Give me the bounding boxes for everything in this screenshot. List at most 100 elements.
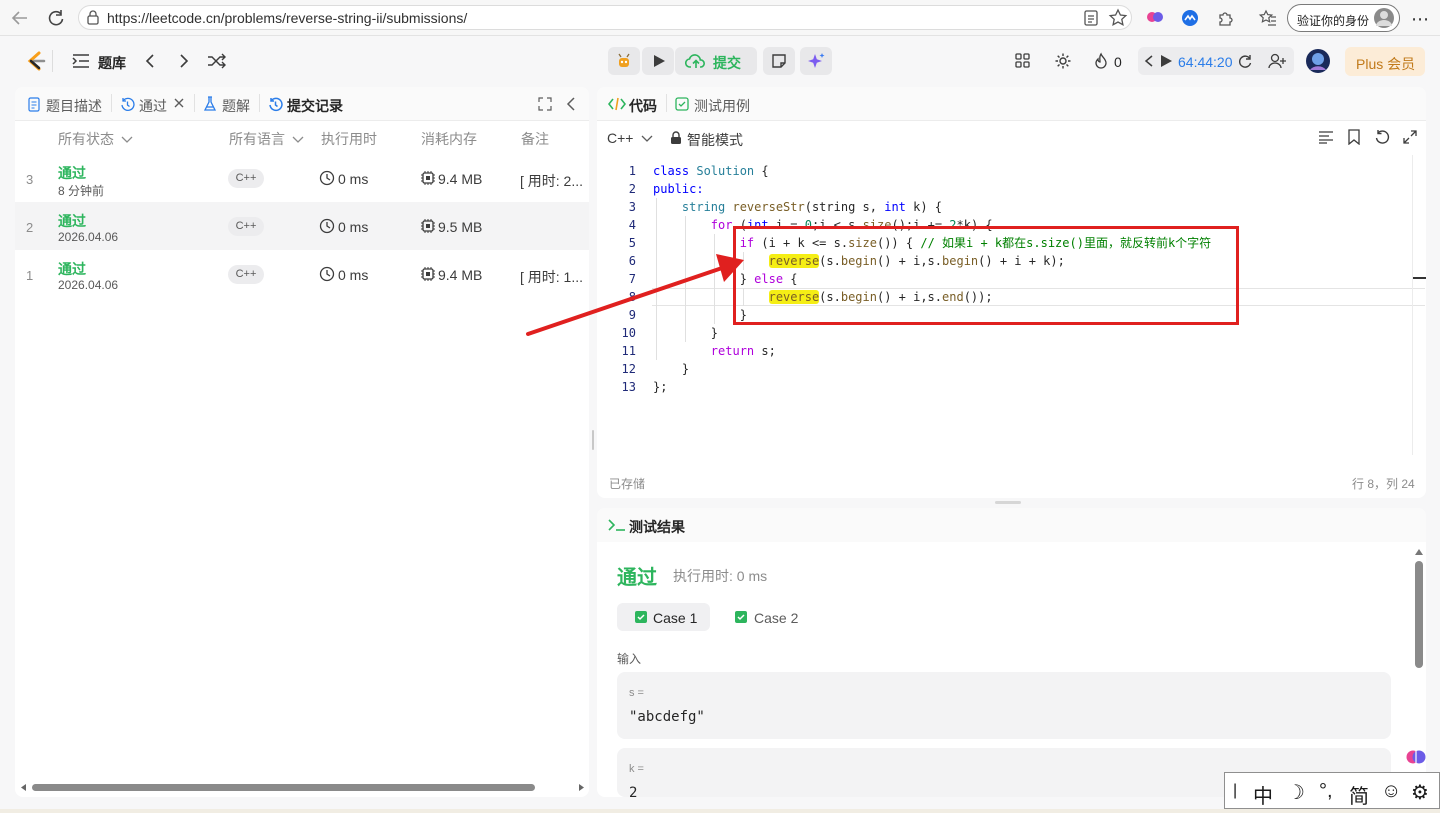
ime-chinese-mode[interactable]: 中 xyxy=(1253,780,1273,809)
back-icon[interactable] xyxy=(10,9,30,27)
result-scrollbar[interactable] xyxy=(1414,547,1424,672)
ime-emoji-icon[interactable]: ☺ xyxy=(1381,780,1401,803)
reload-icon[interactable] xyxy=(46,8,66,28)
submission-status[interactable]: 通过 xyxy=(58,211,86,231)
settings-gear-icon[interactable] xyxy=(1054,52,1072,70)
editor-scroll-track[interactable] xyxy=(1412,155,1413,455)
line-number: 12 xyxy=(621,362,636,376)
submission-status[interactable]: 通过 xyxy=(58,259,86,279)
tab-description[interactable]: 题目描述 xyxy=(46,96,102,116)
memory-value: 9.4 MB xyxy=(438,267,483,283)
sparkle-icon xyxy=(807,52,825,70)
history-icon xyxy=(120,97,135,112)
chip-icon xyxy=(420,218,436,234)
tab-testcase[interactable]: 测试用例 xyxy=(694,96,750,116)
layout-grid-icon[interactable] xyxy=(1014,52,1032,70)
format-code-icon[interactable] xyxy=(1318,130,1334,144)
ime-fullwidth-icon[interactable]: ☽ xyxy=(1287,780,1305,805)
debug-button[interactable] xyxy=(608,47,640,75)
leetcode-logo-icon[interactable] xyxy=(25,50,47,72)
horizontal-scrollbar[interactable] xyxy=(20,783,585,792)
next-problem-icon[interactable] xyxy=(177,53,191,69)
collapse-panel-icon[interactable] xyxy=(566,97,576,111)
favorites-list-icon[interactable] xyxy=(1258,8,1278,28)
favorite-star-icon[interactable] xyxy=(1108,8,1128,28)
problem-list-icon[interactable] xyxy=(72,53,90,69)
submission-time: 2026.04.06 xyxy=(58,230,119,244)
tab-submissions[interactable]: 提交记录 xyxy=(287,96,343,116)
submission-status[interactable]: 通过 xyxy=(58,163,86,183)
case-2-tab[interactable]: Case 2 xyxy=(754,610,798,626)
tab-solution[interactable]: 题解 xyxy=(222,96,250,116)
ai-assistant-button[interactable] xyxy=(800,47,832,75)
user-avatar[interactable] xyxy=(1305,48,1331,74)
language-select[interactable]: C++ xyxy=(607,130,653,146)
ime-punctuation-icon[interactable]: °, xyxy=(1319,780,1333,803)
saved-status: 已存储 xyxy=(609,477,646,491)
timer-value: 64:44:20 xyxy=(1178,54,1233,70)
prev-problem-icon[interactable] xyxy=(143,53,157,69)
input-value: 2 xyxy=(629,785,638,797)
extensions-puzzle-icon[interactable] xyxy=(1216,8,1236,28)
timer-play-icon[interactable] xyxy=(1160,55,1172,67)
timer-collapse-icon[interactable] xyxy=(1144,55,1154,67)
tab-test-result[interactable]: 测试结果 xyxy=(629,517,685,537)
code-token: Solution xyxy=(696,164,755,178)
chevron-down-icon xyxy=(292,136,304,144)
note-value[interactable]: [ 用时: 2... xyxy=(520,171,583,191)
tab-divider xyxy=(194,94,195,112)
close-tab-icon[interactable] xyxy=(173,97,185,109)
code-token: s; xyxy=(754,344,776,358)
memory-value: 9.5 MB xyxy=(438,219,483,235)
code-token: int xyxy=(884,200,906,214)
language-select-value: C++ xyxy=(607,130,634,146)
tab-code[interactable]: 代码 xyxy=(629,96,657,116)
notes-button[interactable] xyxy=(763,47,795,75)
plus-member-button[interactable]: Plus 会员 xyxy=(1345,47,1425,76)
bookmark-icon[interactable] xyxy=(1347,129,1361,145)
smart-mode-toggle[interactable]: 智能模式 xyxy=(687,130,743,150)
runtime-value: 0 ms xyxy=(338,219,369,235)
horizontal-resize-handle[interactable] xyxy=(995,501,1021,504)
floating-ai-brain-icon[interactable] xyxy=(1405,746,1427,768)
problem-bank-link[interactable]: 题库 xyxy=(98,53,126,73)
status-filter-label: 所有状态 xyxy=(58,131,114,147)
tab-divider xyxy=(111,94,112,112)
more-menu-icon[interactable]: ⋯ xyxy=(1411,9,1429,30)
note-column-header: 备注 xyxy=(521,131,549,147)
reset-code-icon[interactable] xyxy=(1374,129,1390,145)
header-divider xyxy=(52,50,53,72)
code-line: class Solution { xyxy=(653,162,1211,180)
ime-handle[interactable]: | xyxy=(1233,782,1237,800)
taskbar-edge xyxy=(0,809,1440,813)
checkbox-icon xyxy=(675,97,689,111)
timer-reset-icon[interactable] xyxy=(1237,53,1253,69)
add-friend-icon[interactable] xyxy=(1267,52,1287,70)
expand-editor-icon[interactable] xyxy=(1403,130,1417,144)
extension-brain-icon[interactable] xyxy=(1146,8,1164,26)
status-filter[interactable]: 所有状态 xyxy=(58,129,133,149)
play-icon xyxy=(652,54,666,68)
tab-passed[interactable]: 通过 xyxy=(139,96,167,116)
minimap-marker xyxy=(1412,277,1426,279)
clock-icon xyxy=(319,218,335,234)
extension-app-icon[interactable] xyxy=(1180,8,1200,28)
streak-fire-icon[interactable] xyxy=(1093,52,1109,70)
code-token: { xyxy=(754,164,769,178)
vertical-resize-handle[interactable] xyxy=(592,430,594,450)
line-number: 1 xyxy=(628,164,636,178)
input-var-label: k = xyxy=(629,763,644,775)
case-1-label: Case 1 xyxy=(653,610,698,626)
language-filter[interactable]: 所有语言 xyxy=(229,129,304,149)
run-button[interactable] xyxy=(642,47,674,75)
random-problem-icon[interactable] xyxy=(207,53,227,69)
fullscreen-icon[interactable] xyxy=(538,97,552,111)
reader-mode-icon[interactable] xyxy=(1083,9,1099,27)
site-info-icon[interactable] xyxy=(86,10,100,26)
row-number: 2 xyxy=(26,220,34,235)
submit-button[interactable]: 提交 xyxy=(675,47,757,75)
ime-simplified-mode[interactable]: 简 xyxy=(1349,780,1369,809)
ime-settings-icon[interactable]: ⚙ xyxy=(1411,780,1429,805)
verify-identity-button[interactable]: 验证你的身份 xyxy=(1287,4,1400,32)
